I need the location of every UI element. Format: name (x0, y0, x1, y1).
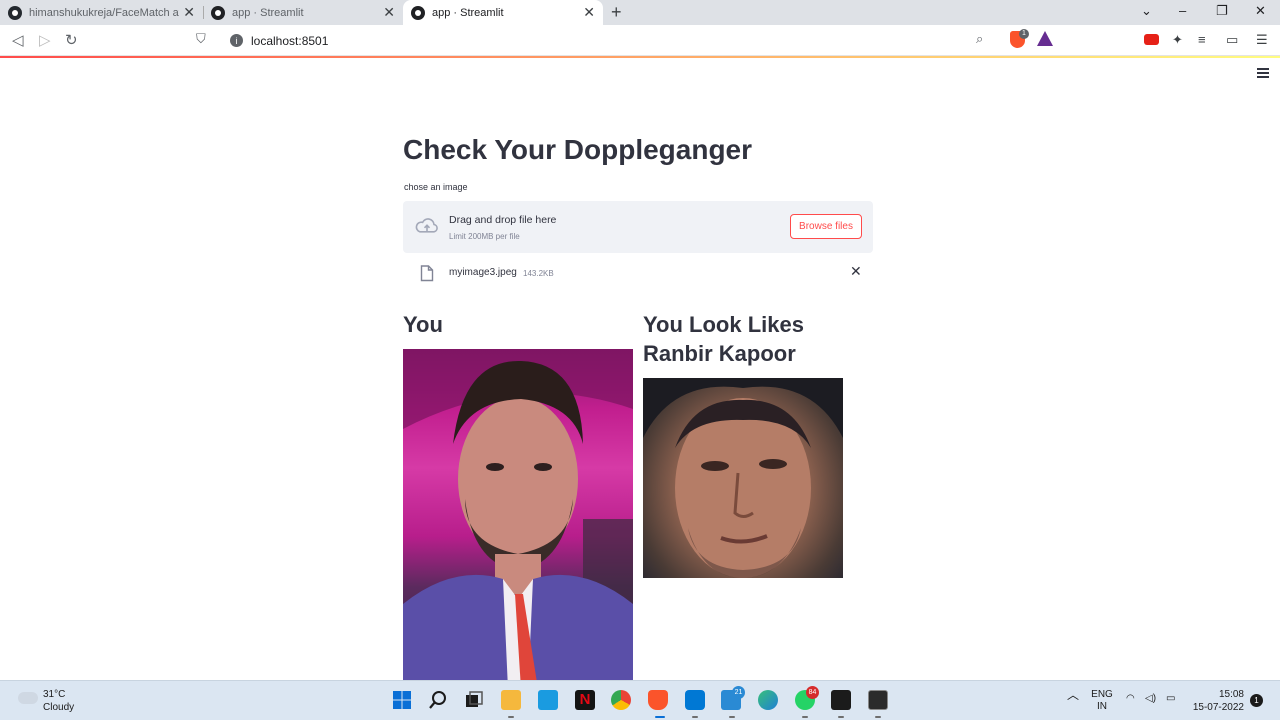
streamlit-favicon-icon (211, 5, 225, 20)
tab-search-chevron-icon[interactable]: ⌄ (1141, 3, 1152, 19)
tab-github-facematch[interactable]: himanshukukreja/FaceMatch at mas ✕ (0, 0, 203, 25)
close-tab-icon[interactable]: ✕ (383, 5, 395, 19)
uploaded-file-name: myimage3.jpeg (449, 267, 517, 278)
running-indicator (875, 716, 881, 718)
page-title: Check Your Doppleganger (403, 134, 753, 165)
user-portrait-illustration (403, 349, 633, 689)
lookalike-photo (643, 378, 843, 578)
streamlit-favicon-icon (411, 5, 425, 20)
file-explorer-icon[interactable] (501, 690, 521, 710)
vscode-icon[interactable] (685, 690, 705, 710)
battery-icon[interactable]: ▭ (1166, 693, 1175, 705)
close-tab-icon[interactable]: ✕ (583, 5, 595, 19)
clock-time: 15:08 (1218, 689, 1244, 700)
browser-menu-icon[interactable]: ☰ (1256, 32, 1268, 48)
brave-browser-icon[interactable] (648, 690, 668, 710)
desktop-app-icon[interactable] (538, 690, 558, 710)
remove-file-icon[interactable]: ✕ (850, 263, 862, 280)
app-menu-icon[interactable] (1257, 68, 1269, 80)
tab-streamlit-1[interactable]: app · Streamlit ✕ (203, 0, 403, 25)
clock-date: 15-07-2022 (1192, 702, 1244, 713)
cloud-upload-icon (415, 218, 438, 233)
chrome-icon[interactable] (611, 690, 631, 710)
language-code: ENG (1091, 689, 1113, 700)
windows-start-icon[interactable] (392, 690, 412, 710)
running-indicator (802, 716, 808, 718)
github-icon (8, 5, 22, 20)
user-photo (403, 349, 633, 689)
weather-condition[interactable]: Cloudy (43, 702, 74, 713)
brave-rewards-icon[interactable] (1037, 31, 1053, 46)
extensions-puzzle-icon[interactable]: ✦ (1172, 32, 1183, 48)
search-icon[interactable] (428, 690, 448, 710)
restore-icon[interactable]: ❐ (1216, 3, 1228, 19)
notification-badge[interactable]: 1 (1250, 694, 1263, 707)
zoom-icon[interactable]: ⌕ (976, 31, 983, 47)
close-tab-icon[interactable]: ✕ (183, 5, 195, 19)
windows-taskbar: 31°C Cloudy N 21 84 ︿ ENG IN ◠ ◁) ▭ 15:0… (0, 680, 1280, 720)
uploaded-file-size: 143.2KB (523, 269, 554, 278)
you-heading: You (403, 312, 443, 337)
terminal-icon[interactable] (831, 690, 851, 710)
close-window-icon[interactable]: ✕ (1255, 3, 1266, 19)
clock[interactable]: 15:08 15-07-2022 (1192, 688, 1244, 714)
browser-tab-strip: himanshukukreja/FaceMatch at mas ✕ app ·… (0, 0, 1280, 25)
netflix-icon[interactable]: N (575, 690, 595, 710)
volume-icon[interactable]: ◁) (1145, 693, 1156, 705)
youtube-extension-icon[interactable] (1144, 34, 1159, 45)
tab-title: app · Streamlit (432, 6, 504, 19)
playlist-icon[interactable]: ≡ (1198, 32, 1206, 47)
running-indicator (692, 716, 698, 718)
file-dropzone[interactable]: Drag and drop file here Limit 200MB per … (403, 201, 873, 253)
tab-title: app · Streamlit (232, 6, 304, 19)
task-view-icon[interactable] (464, 690, 484, 710)
weather-temperature[interactable]: 31°C (43, 689, 65, 700)
running-indicator (838, 716, 844, 718)
active-indicator (655, 716, 665, 718)
whatsapp-badge: 84 (806, 686, 819, 699)
lookalike-heading: You Look Likes Ranbir Kapoor (643, 312, 804, 366)
bookmark-icon[interactable]: ⛉ (196, 31, 206, 47)
forward-icon[interactable]: ▷ (39, 31, 51, 49)
weather-cloud-icon[interactable] (18, 692, 38, 704)
column-you: You (403, 310, 633, 689)
powershell-icon[interactable] (868, 690, 888, 710)
column-lookalike: You Look Likes Ranbir Kapoor (643, 310, 873, 578)
streamlit-top-decoration (0, 56, 1280, 58)
region-code: IN (1097, 701, 1107, 712)
lookalike-portrait-illustration (643, 378, 843, 578)
dropzone-title: Drag and drop file here (449, 214, 557, 226)
running-indicator (508, 716, 514, 718)
wallet-icon[interactable]: ▭ (1226, 32, 1238, 48)
back-icon[interactable]: ◁ (12, 31, 24, 49)
language-indicator[interactable]: ENG IN (1091, 689, 1113, 713)
tab-streamlit-active[interactable]: app · Streamlit ✕ (403, 0, 603, 25)
file-icon (420, 265, 434, 282)
uploader-label: chose an image (404, 182, 468, 192)
tray-chevron-icon[interactable]: ︿ (1067, 689, 1079, 701)
reload-icon[interactable]: ↻ (65, 31, 78, 49)
brave-shields-badge: 1 (1019, 29, 1029, 39)
running-indicator (729, 716, 735, 718)
minimize-icon[interactable]: – (1179, 3, 1186, 18)
edge-icon[interactable] (758, 690, 778, 710)
tab-title: himanshukukreja/FaceMatch at mas (29, 6, 179, 19)
mail-badge: 21 (732, 686, 745, 699)
wifi-icon[interactable]: ◠ (1126, 693, 1135, 705)
site-info-icon[interactable]: i (230, 34, 243, 47)
dropzone-limit: Limit 200MB per file (449, 232, 520, 241)
new-tab-button[interactable]: + (611, 2, 622, 23)
address-bar[interactable]: i localhost:8501 (222, 28, 1000, 53)
browse-files-button[interactable]: Browse files (790, 214, 862, 239)
url-text[interactable]: localhost:8501 (251, 34, 328, 48)
browser-toolbar: ◁ ▷ ↻ ⛉ i localhost:8501 ⌕ 1 ✦ ≡ ▭ ☰ (0, 25, 1280, 56)
